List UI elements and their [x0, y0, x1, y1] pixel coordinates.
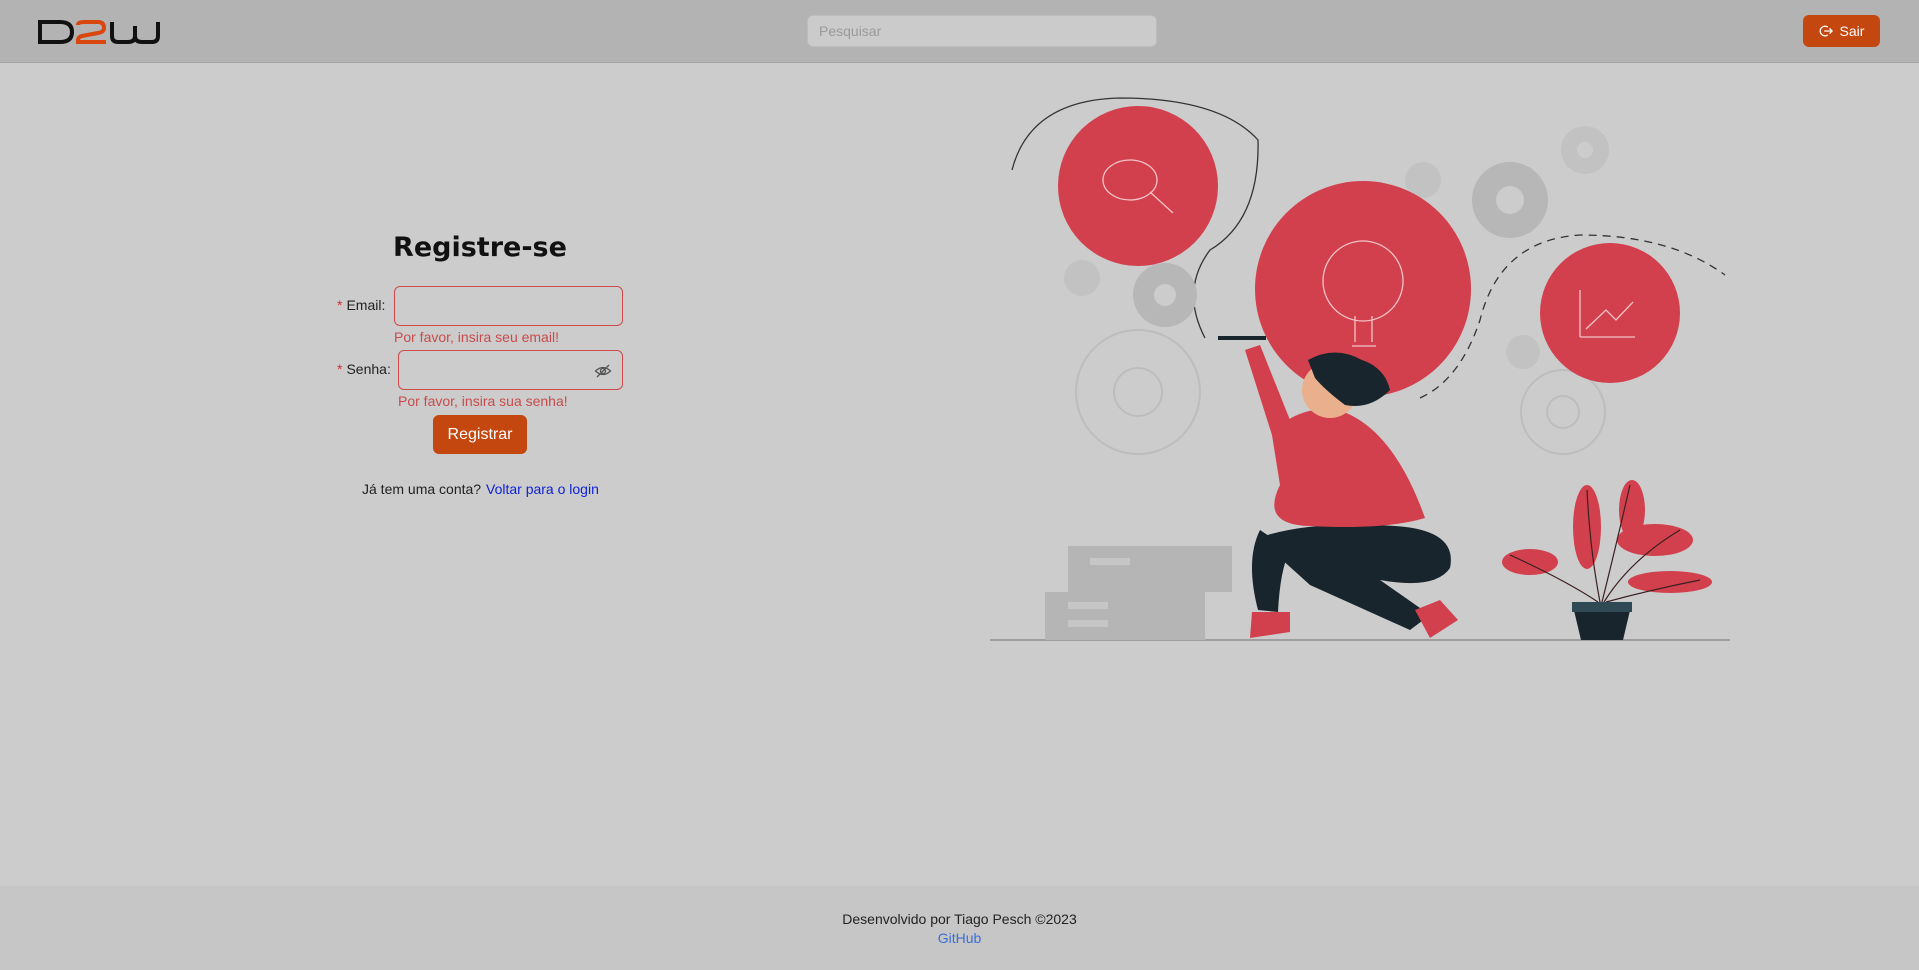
password-field[interactable] — [398, 350, 623, 390]
page-footer — [0, 886, 1919, 970]
have-account-text: Já tem uma conta? — [362, 481, 482, 497]
password-error-message: Por favor, insira sua senha! — [398, 393, 568, 409]
label-colon: : — [386, 361, 391, 377]
logout-icon — [1819, 25, 1833, 37]
top-header: Sair — [0, 0, 1919, 63]
register-button[interactable]: Registrar — [433, 415, 527, 454]
email-label: * Email: — [337, 297, 385, 313]
password-label: * Senha: — [337, 361, 391, 377]
logout-button[interactable]: Sair — [1803, 15, 1880, 47]
label-colon: : — [381, 297, 386, 313]
email-error-message: Por favor, insira seu email! — [394, 329, 559, 345]
page-title: Registre-se — [393, 232, 567, 263]
eye-invisible-icon[interactable] — [594, 362, 612, 380]
logout-label: Sair — [1839, 23, 1865, 39]
d2w-logo[interactable] — [38, 18, 162, 46]
github-link[interactable]: GitHub — [0, 930, 1919, 946]
email-label-text: Email — [346, 297, 382, 313]
required-marker: * — [337, 361, 343, 377]
back-to-login-link[interactable]: Voltar para o login — [486, 481, 599, 497]
footer-credit: Desenvolvido por Tiago Pesch ©2023 — [842, 911, 1077, 927]
search-input[interactable] — [807, 15, 1157, 47]
teamwork-illustration — [990, 97, 1730, 641]
email-field[interactable] — [394, 286, 623, 326]
required-marker: * — [337, 297, 343, 313]
password-label-text: Senha — [346, 361, 387, 377]
